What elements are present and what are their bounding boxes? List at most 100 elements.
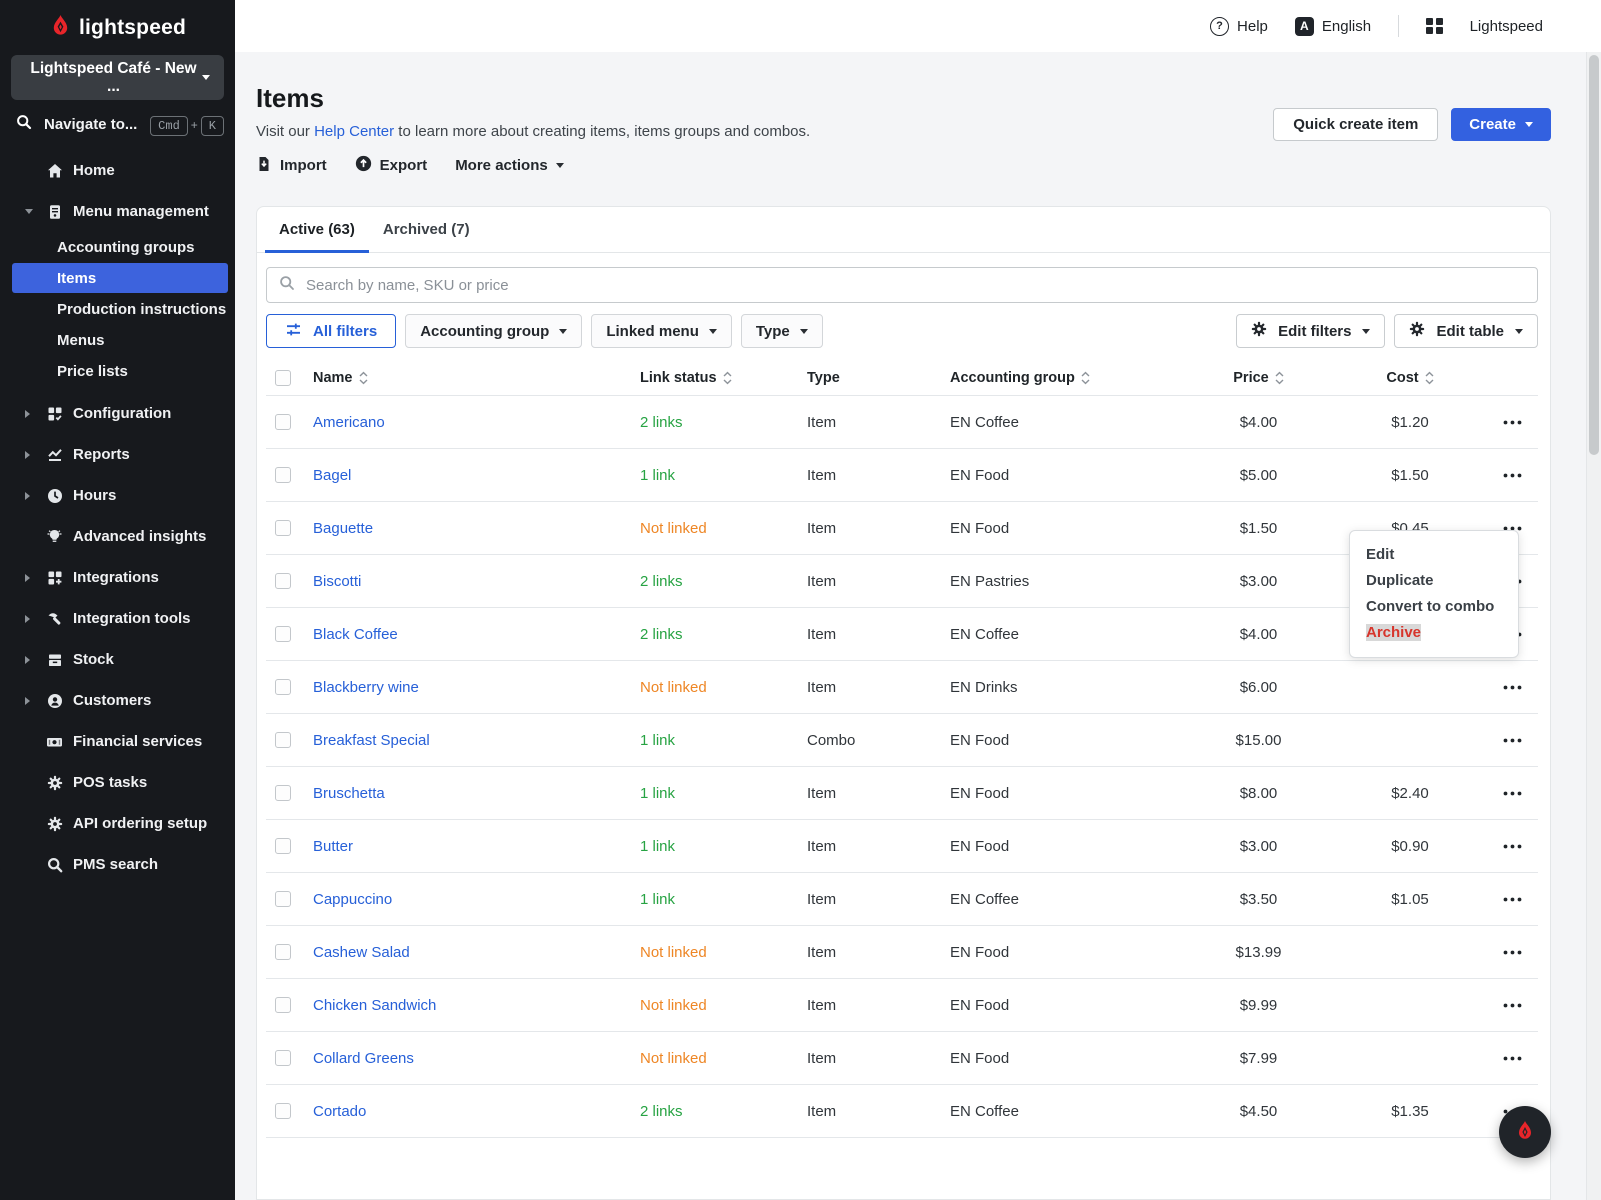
chevron-down-icon bbox=[1362, 328, 1371, 334]
row-actions-kebab[interactable] bbox=[1501, 891, 1524, 908]
row-checkbox[interactable] bbox=[275, 785, 291, 801]
row-actions-kebab[interactable] bbox=[1501, 785, 1524, 802]
search-input[interactable] bbox=[304, 275, 1525, 295]
sidebar-item-api-ordering-setup[interactable]: API ordering setup bbox=[0, 803, 235, 844]
row-actions-kebab[interactable] bbox=[1501, 838, 1524, 855]
sidebar-item-reports[interactable]: Reports bbox=[0, 434, 235, 475]
row-checkbox[interactable] bbox=[275, 520, 291, 536]
item-name-link[interactable]: Americano bbox=[313, 414, 385, 431]
column-header-price[interactable]: Price bbox=[1177, 370, 1340, 386]
item-name-link[interactable]: Bagel bbox=[313, 467, 351, 484]
item-name-link[interactable]: Collard Greens bbox=[313, 1050, 414, 1067]
sidebar-item-items[interactable]: Items bbox=[12, 263, 228, 293]
row-checkbox[interactable] bbox=[275, 1103, 291, 1119]
row-checkbox[interactable] bbox=[275, 838, 291, 854]
sidebar-item-price-lists[interactable]: Price lists bbox=[12, 356, 228, 386]
sidebar-item-configuration[interactable]: Configuration bbox=[0, 393, 235, 434]
context-menu-item-duplicate[interactable]: Duplicate bbox=[1350, 568, 1518, 594]
sidebar-item-production-instructions[interactable]: Production instructions bbox=[12, 294, 228, 324]
sidebar-item-hours[interactable]: Hours bbox=[0, 475, 235, 516]
sidebar-item-pms-search[interactable]: PMS search bbox=[0, 844, 235, 885]
column-header-link-status[interactable]: Link status bbox=[640, 370, 807, 386]
row-actions-kebab[interactable] bbox=[1501, 732, 1524, 749]
row-actions-kebab[interactable] bbox=[1501, 944, 1524, 961]
sidebar-item-financial-services[interactable]: Financial services bbox=[0, 721, 235, 762]
sidebar-item-stock[interactable]: Stock bbox=[0, 639, 235, 680]
row-actions-kebab[interactable] bbox=[1501, 467, 1524, 484]
tab-active-63[interactable]: Active (63) bbox=[265, 207, 369, 253]
import-button[interactable]: Import bbox=[256, 156, 327, 176]
app-root: { "brand": { "logo_text": "lightspeed", … bbox=[0, 0, 1601, 1200]
column-header-cost[interactable]: Cost bbox=[1340, 370, 1480, 386]
cell-link-status: 2 links bbox=[640, 626, 807, 643]
sidebar-item-integrations[interactable]: Integrations bbox=[0, 557, 235, 598]
sort-icon[interactable] bbox=[1275, 371, 1284, 385]
row-actions-kebab[interactable] bbox=[1501, 997, 1524, 1014]
all-filters-button[interactable]: All filters bbox=[266, 314, 397, 348]
row-checkbox[interactable] bbox=[275, 997, 291, 1013]
apps-grid-icon[interactable] bbox=[1426, 17, 1443, 35]
vertical-scrollbar[interactable] bbox=[1586, 52, 1601, 1200]
row-checkbox[interactable] bbox=[275, 626, 291, 642]
create-button[interactable]: Create bbox=[1451, 108, 1551, 141]
context-menu-item-convert-to-combo[interactable]: Convert to combo bbox=[1350, 594, 1518, 620]
more-actions-button[interactable]: More actions bbox=[455, 157, 564, 174]
sidebar-item-pos-tasks[interactable]: POS tasks bbox=[0, 762, 235, 803]
item-name-link[interactable]: Blackberry wine bbox=[313, 679, 419, 696]
row-checkbox[interactable] bbox=[275, 679, 291, 695]
item-name-link[interactable]: Butter bbox=[313, 838, 353, 855]
item-name-link[interactable]: Black Coffee bbox=[313, 626, 398, 643]
sidebar-item-menus[interactable]: Menus bbox=[12, 325, 228, 355]
row-checkbox[interactable] bbox=[275, 467, 291, 483]
tab-archived-7[interactable]: Archived (7) bbox=[369, 207, 484, 252]
sidebar-item-accounting-groups[interactable]: Accounting groups bbox=[12, 232, 228, 262]
sort-icon[interactable] bbox=[723, 371, 732, 385]
row-checkbox[interactable] bbox=[275, 573, 291, 589]
row-checkbox[interactable] bbox=[275, 944, 291, 960]
row-actions-kebab[interactable] bbox=[1501, 414, 1524, 431]
sort-icon[interactable] bbox=[1081, 371, 1090, 385]
filter-dropdown-linked-menu[interactable]: Linked menu bbox=[591, 314, 732, 348]
item-name-link[interactable]: Breakfast Special bbox=[313, 732, 430, 749]
sidebar-item-integration-tools[interactable]: Integration tools bbox=[0, 598, 235, 639]
account-menu[interactable]: Lightspeed bbox=[1470, 18, 1543, 35]
sidebar-item-customers[interactable]: Customers bbox=[0, 680, 235, 721]
quick-create-item-button[interactable]: Quick create item bbox=[1273, 108, 1439, 141]
help-center-link[interactable]: Help Center bbox=[314, 123, 394, 140]
item-name-link[interactable]: Biscotti bbox=[313, 573, 361, 590]
item-name-link[interactable]: Bruschetta bbox=[313, 785, 385, 802]
sort-icon[interactable] bbox=[359, 371, 368, 385]
sidebar-item-menu-management[interactable]: Menu management bbox=[0, 191, 235, 232]
row-checkbox[interactable] bbox=[275, 891, 291, 907]
context-menu-item-edit[interactable]: Edit bbox=[1350, 542, 1518, 568]
language-menu[interactable]: A English bbox=[1294, 16, 1371, 36]
navigate-to-search[interactable]: Navigate to... Cmd + K bbox=[16, 114, 224, 136]
item-name-link[interactable]: Baguette bbox=[313, 520, 373, 537]
venue-selector[interactable]: Lightspeed Café - New ... bbox=[11, 55, 224, 100]
row-actions-kebab[interactable] bbox=[1501, 679, 1524, 696]
row-checkbox[interactable] bbox=[275, 732, 291, 748]
edit-table-button[interactable]: Edit table bbox=[1394, 314, 1538, 348]
filter-dropdown-accounting-group[interactable]: Accounting group bbox=[405, 314, 583, 348]
help-menu[interactable]: ? Help bbox=[1210, 16, 1268, 36]
filter-dropdown-type[interactable]: Type bbox=[740, 314, 823, 348]
edit-filters-button[interactable]: Edit filters bbox=[1236, 314, 1386, 348]
support-launcher-button[interactable] bbox=[1499, 1106, 1551, 1158]
context-menu-item-archive[interactable]: Archive bbox=[1350, 620, 1518, 646]
column-header-type[interactable]: Type bbox=[807, 370, 950, 386]
column-header-name[interactable]: Name bbox=[313, 370, 640, 386]
column-header-accounting-group[interactable]: Accounting group bbox=[950, 370, 1177, 386]
item-name-link[interactable]: Cappuccino bbox=[313, 891, 392, 908]
scrollbar-thumb[interactable] bbox=[1589, 55, 1599, 455]
row-checkbox[interactable] bbox=[275, 414, 291, 430]
export-button[interactable]: Export bbox=[355, 155, 427, 176]
sidebar-item-home[interactable]: Home bbox=[0, 150, 235, 191]
item-name-link[interactable]: Chicken Sandwich bbox=[313, 997, 436, 1014]
select-all-checkbox[interactable] bbox=[275, 370, 291, 386]
row-checkbox[interactable] bbox=[275, 1050, 291, 1066]
row-actions-kebab[interactable] bbox=[1501, 1050, 1524, 1067]
item-name-link[interactable]: Cortado bbox=[313, 1103, 366, 1120]
item-name-link[interactable]: Cashew Salad bbox=[313, 944, 410, 961]
sort-icon[interactable] bbox=[1425, 371, 1434, 385]
sidebar-item-advanced-insights[interactable]: Advanced insights bbox=[0, 516, 235, 557]
